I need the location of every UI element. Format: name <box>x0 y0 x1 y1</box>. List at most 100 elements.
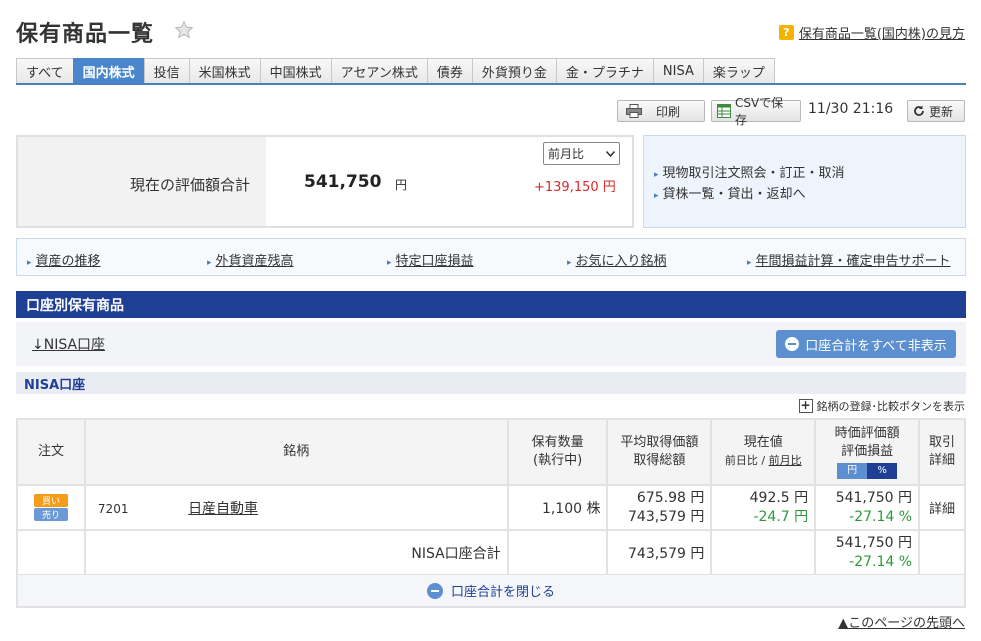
tab-investment-trust[interactable]: 投信 <box>143 58 190 83</box>
stock-lending-label[interactable]: 貸株一覧・貸出・返却へ <box>663 187 806 202</box>
printer-icon <box>626 104 642 118</box>
arrow-right-icon: ▸ <box>567 258 572 268</box>
tab-fx-deposit[interactable]: 外貨預り金 <box>471 58 557 83</box>
show-register-buttons-label: 銘柄の登録･比較ボタンを表示 <box>816 400 966 413</box>
arrow-right-icon: ▸ <box>654 191 659 201</box>
arrow-right-icon: ▸ <box>747 258 752 268</box>
header-quantity-line1: 保有数量 <box>531 435 584 450</box>
tab-domestic-stock[interactable]: 国内株式 <box>72 58 145 83</box>
page-top-link[interactable]: ▲このページの先頭へ <box>838 612 965 631</box>
refresh-button[interactable]: 更新 <box>907 100 965 122</box>
help-link-label[interactable]: 保有商品一覧(国内株)の見方 <box>799 23 965 42</box>
spreadsheet-icon <box>717 104 731 118</box>
print-label: 印刷 <box>656 104 681 119</box>
asset-history-link[interactable]: ▸ 資産の推移 <box>27 250 101 269</box>
header-name: 銘柄 <box>83 418 509 486</box>
hide-all-totals-button[interactable]: 口座合計をすべて非表示 <box>776 330 956 358</box>
valuation-cell: 541,750 円 -27.14 % <box>814 484 921 531</box>
price-change: -24.7 円 <box>753 508 809 525</box>
current-price: 492.5 円 <box>749 489 809 506</box>
account-total-pl: -27.14 % <box>849 553 913 570</box>
valuation-summary: 現在の評価額合計 541,750 円 前月比 +139,150 円 <box>16 135 634 228</box>
specific-account-pl-link[interactable]: ▸ 特定口座損益 <box>387 250 474 269</box>
header-avg-price-line1: 平均取得価額 <box>620 435 699 450</box>
close-totals-button[interactable]: 口座合計を閉じる <box>16 575 966 608</box>
toggle-yen-button[interactable]: 円 <box>837 463 868 479</box>
fx-balance-link[interactable]: ▸ 外貨資産残高 <box>207 250 294 269</box>
total-detail-cell <box>918 529 966 576</box>
sell-button[interactable]: 売り <box>33 508 68 521</box>
current-price-cell: 492.5 円 -24.7 円 <box>710 484 817 531</box>
total-price-cell <box>710 529 817 576</box>
avg-price-cell: 675.98 円 743,579 円 <box>606 484 713 531</box>
header-current-price-line1: 現在値 <box>743 435 783 450</box>
header-month-change-link[interactable]: 前月比 <box>769 454 802 467</box>
header-quantity: 保有数量 (執行中) <box>506 418 609 486</box>
tab-gold-platinum[interactable]: 金・プラチナ <box>555 58 654 83</box>
buy-label: 買い <box>41 497 60 507</box>
refresh-icon <box>914 105 924 116</box>
account-total-label: NISA口座合計 <box>83 529 509 576</box>
update-timestamp: 11/30 21:16 <box>808 101 894 117</box>
csv-label: CSVで保存 <box>734 96 784 127</box>
tax-support-label[interactable]: 年間損益計算・確定申告サポート <box>756 254 951 269</box>
favorites-link[interactable]: ▸ お気に入り銘柄 <box>567 250 667 269</box>
holdings-table: 注文 銘柄 保有数量 (執行中) 平均取得価額 取得総額 現在値 前日比 / 前… <box>16 418 966 576</box>
toggle-percent-button[interactable]: % <box>867 463 898 479</box>
favorites-label[interactable]: お気に入り銘柄 <box>576 254 667 269</box>
account-total-cost: 743,579 円 <box>606 529 713 576</box>
quick-links-box: ▸ 現物取引注文照会・訂正・取消 ▸ 貸株一覧・貸出・返却へ <box>643 135 966 228</box>
total-valuation-label: 現在の評価額合計 <box>130 176 251 194</box>
buy-button[interactable]: 買い <box>33 494 68 507</box>
total-empty-cell <box>16 529 86 576</box>
section-header: 口座別保有商品 <box>16 291 966 318</box>
arrow-right-icon: ▸ <box>27 258 32 268</box>
detail-link[interactable]: 詳細 <box>929 502 955 517</box>
total-valuation-value: 541,750 <box>304 172 382 192</box>
tax-support-link[interactable]: ▸ 年間損益計算・確定申告サポート <box>747 250 951 269</box>
market-value: 541,750 円 <box>835 489 913 506</box>
profit-loss: -27.14 % <box>849 508 913 525</box>
plus-icon: + <box>798 398 813 413</box>
order-inquiry-label[interactable]: 現物取引注文照会・訂正・取消 <box>663 166 845 181</box>
tab-china-stock[interactable]: 中国株式 <box>259 58 332 83</box>
order-inquiry-link[interactable]: ▸ 現物取引注文照会・訂正・取消 <box>654 162 845 181</box>
asset-history-label[interactable]: 資産の推移 <box>36 254 101 269</box>
stock-lending-link[interactable]: ▸ 貸株一覧・貸出・返却へ <box>654 183 806 202</box>
stock-name-link[interactable]: 日産自動車 <box>188 501 258 517</box>
header-current-price: 現在値 前日比 / 前月比 <box>710 418 817 486</box>
order-cell: 買い 売り <box>16 484 86 531</box>
table-row: 買い 売り 7201 日産自動車 1,100 株 675.98 円 743,57… <box>16 484 966 531</box>
fx-balance-label[interactable]: 外貨資産残高 <box>216 254 294 269</box>
minus-circle-icon <box>426 582 443 599</box>
stock-code: 7201 <box>97 501 129 516</box>
tab-asean-stock[interactable]: アセアン株式 <box>330 58 428 83</box>
header-day-change: 前日比 <box>724 454 758 467</box>
tab-bonds[interactable]: 債券 <box>426 58 473 83</box>
print-button[interactable]: 印刷 <box>617 100 705 122</box>
compare-period-select[interactable]: 前月比 <box>543 142 620 165</box>
close-totals-label: 口座合計を閉じる <box>450 585 555 600</box>
nisa-account-jump-link[interactable]: ↓NISA口座 <box>32 334 105 354</box>
tab-rakuwrap[interactable]: 楽ラップ <box>702 58 775 83</box>
arrow-right-icon: ▸ <box>387 258 392 268</box>
csv-save-button[interactable]: CSVで保存 <box>711 96 801 127</box>
specific-account-pl-label[interactable]: 特定口座損益 <box>396 254 474 269</box>
detail-cell: 詳細 <box>918 484 966 531</box>
total-qty-cell <box>506 529 609 576</box>
help-link[interactable]: ? 保有商品一覧(国内株)の見方 <box>778 23 965 42</box>
header-order: 注文 <box>16 418 86 486</box>
show-register-buttons-link[interactable]: + 銘柄の登録･比較ボタンを表示 <box>798 398 966 414</box>
refresh-label: 更新 <box>929 104 954 119</box>
quantity-cell: 1,100 株 <box>506 484 609 531</box>
unit-toggle: 円 % <box>837 463 898 479</box>
tab-us-stock[interactable]: 米国株式 <box>188 58 261 83</box>
table-header-row: 注文 銘柄 保有数量 (執行中) 平均取得価額 取得総額 現在値 前日比 / 前… <box>16 418 966 486</box>
tab-nisa[interactable]: NISA <box>652 58 704 83</box>
star-icon[interactable] <box>174 20 194 40</box>
tab-all[interactable]: すべて <box>16 58 74 83</box>
header-valuation-line2: 評価損益 <box>841 444 894 459</box>
total-valuation-unit: 円 <box>395 178 408 192</box>
header-separator: / <box>761 454 766 467</box>
header-detail-line2: 詳細 <box>929 453 956 468</box>
